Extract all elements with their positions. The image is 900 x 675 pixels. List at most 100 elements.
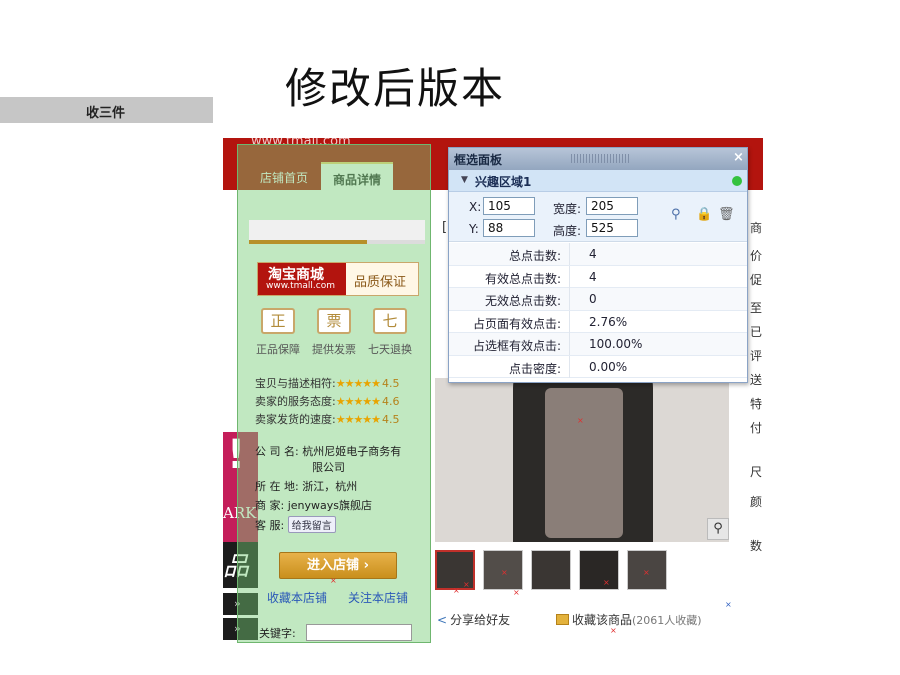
region-header[interactable]: ▼ 兴趣区域1 [449,170,747,192]
fav-label: 收藏该商品 [572,613,633,627]
thumbnail[interactable] [531,550,571,590]
guarantee-return[interactable]: 七 七天退换 [365,308,415,357]
trash-icon[interactable]: 🗑 [718,207,735,222]
stat-label: 占页面有效点击: [472,316,561,331]
progress-fill [249,240,367,244]
star-icon: ★★★★★ [335,395,381,408]
drag-handle[interactable] [571,154,629,163]
share-link[interactable]: < 分享给好友 [437,611,510,628]
click-marker: × [513,588,520,597]
guarantee-invoice[interactable]: 票 提供发票 [309,308,359,357]
company-value-2: 限公司 [312,461,345,474]
x-input[interactable]: 105 [483,197,535,215]
stat-separator [569,310,570,333]
click-marker: × [610,626,617,635]
coords-section: X: 105 宽度: 205 Y: 88 高度: 525 ⚲ 🔒 🗑 [449,192,747,242]
enter-shop-button[interactable]: 进入店铺 › [279,552,397,579]
location-label: 所 在 地: [255,480,299,493]
guarantee-label: 七天退换 [368,343,412,356]
model-shirt [545,388,623,538]
stat-row: 占选框有效点击: 100.00% [449,333,747,356]
rating-score: 4.5 [382,377,400,390]
side-char: 至 [750,301,763,315]
location-value: 浙江，杭州 [302,480,358,493]
stat-value: 2.76% [589,314,628,329]
selection-panel: 框选面板 × ▼ 兴趣区域1 X: 105 宽度: 205 Y: 88 高度: … [448,147,748,383]
side-char: 特 [750,397,763,411]
guarantee-authentic[interactable]: 正 正品保障 [253,308,303,357]
folder-icon [556,614,569,625]
seller-row: 商 家: jenyways旗舰店 [255,497,372,513]
side-char: 尺 [750,465,763,479]
stat-row: 有效总点击数: 4 [449,265,747,288]
stat-separator [569,355,570,378]
star-icon: ★★★★★ [335,377,381,390]
y-label: Y: [469,222,479,236]
follow-shop-link[interactable]: 关注本店铺 [348,589,408,606]
region-name: 兴趣区域1 [475,175,532,189]
stat-separator [569,265,570,288]
stat-separator [569,333,570,355]
stat-label: 总点击数: [508,249,561,263]
y-input[interactable]: 88 [483,219,535,237]
width-input[interactable]: 205 [586,197,638,215]
side-char: 价 [750,249,763,263]
rating-label: 卖家发货的速度: [255,413,336,426]
thumbnail[interactable] [579,550,619,590]
panel-header[interactable]: 框选面板 × [449,148,747,170]
tmall-quality: 品质保证 [354,275,407,290]
leave-message-button[interactable]: 给我留言 [287,516,336,533]
shop-search-box[interactable] [249,220,425,240]
fav-product-link[interactable]: 收藏该商品(2061人收藏) [556,611,702,628]
stat-value: 4 [589,269,597,284]
close-icon[interactable]: × [733,150,744,165]
click-marker: × [330,576,337,585]
left-bar-label: 收三件 [86,106,126,121]
rating-row: 宝贝与描述相符:★★★★★ 4.5 [255,375,400,391]
rating-row: 卖家的服务态度:★★★★★ 4.6 [255,393,400,409]
status-dot-icon [732,176,742,186]
x-label: X: [469,200,482,214]
seller-label: 商 家: [255,499,285,512]
side-char: 评 [750,349,763,363]
keyword-input[interactable] [306,624,412,641]
stat-separator [569,243,570,265]
stat-value: 0.00% [589,359,628,374]
triangle-down-icon[interactable]: ▼ [461,175,468,185]
stat-label: 无效总点击数: [484,294,561,308]
product-image[interactable] [435,378,729,542]
tmall-badge[interactable]: 淘宝商城 www.tmall.com 品质保证 [257,262,419,296]
side-char: 数 [750,539,763,553]
search-icon[interactable]: ⚲ [671,207,681,222]
rating-row: 卖家发货的速度:★★★★★ 4.5 [255,411,400,427]
left-bar: 收三件 [0,97,213,123]
star-icon: ★★★★★ [335,413,381,426]
stat-row: 点击密度: 0.00% [449,355,747,378]
click-marker: × [453,586,460,595]
guarantee-label: 提供发票 [312,343,356,356]
height-input[interactable]: 525 [586,219,638,237]
click-marker: × [725,600,732,609]
share-icon: < [437,613,448,627]
side-char: 颜 [750,495,763,509]
side-char: 商 [750,221,763,235]
location-row: 所 在 地: 浙江，杭州 [255,478,357,494]
fav-shop-link[interactable]: 收藏本店铺 [267,589,327,606]
guarantee-label: 正品保障 [256,343,300,356]
tmall-logo: 淘宝商城 www.tmall.com [258,263,346,295]
seller-value: jenyways旗舰店 [287,499,372,512]
click-marker: × [463,580,470,589]
side-char: 促 [750,273,763,287]
return-icon: 七 [373,308,407,334]
share-label: 分享给好友 [450,613,511,627]
stat-row: 占页面有效点击: 2.76% [449,310,747,333]
rating-label: 卖家的服务态度: [255,395,336,408]
stat-row: 总点击数: 4 [449,243,747,266]
side-char: 付 [750,421,763,435]
company-value: 杭州尼姬电子商务有 [302,445,402,458]
stat-separator [569,288,570,310]
lock-icon[interactable]: 🔒 [696,207,712,222]
stat-value: 0 [589,292,597,306]
bracket-char: [ [442,220,448,235]
magnifier-icon[interactable]: ⚲ [707,518,729,540]
